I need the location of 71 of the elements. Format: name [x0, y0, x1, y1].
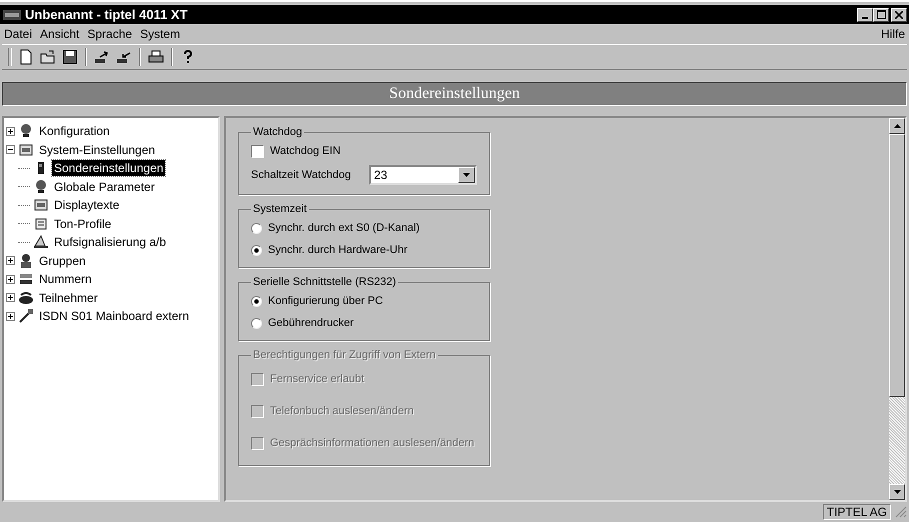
- checkbox[interactable]: [251, 144, 264, 158]
- checkbox-label: Fernservice erlaubt: [270, 373, 364, 385]
- maximize-button[interactable]: [873, 8, 889, 22]
- menu-item[interactable]: Sprache: [87, 27, 132, 41]
- expand-icon[interactable]: [6, 312, 15, 321]
- upload-icon[interactable]: [94, 49, 110, 65]
- checkbox-label: Watchdog EIN: [270, 145, 341, 157]
- maximize-icon: [876, 10, 886, 19]
- tree-item[interactable]: ISDN S01 Mainboard extern: [37, 308, 192, 324]
- person-icon: [18, 252, 34, 269]
- tree-item[interactable]: Nummern: [37, 271, 94, 288]
- radio-button[interactable]: [251, 244, 262, 256]
- group-title: Systemzeit: [252, 203, 308, 215]
- tree-item[interactable]: Rufsignalisierung a/b: [52, 234, 168, 250]
- checkbox-label: Gesprächsinformationen auslesen/ändern: [270, 437, 474, 449]
- radio-label: Konfigurierung über PC: [268, 295, 383, 307]
- menu-item[interactable]: Datei: [4, 27, 32, 41]
- expand-icon[interactable]: [6, 256, 15, 266]
- close-button[interactable]: [891, 8, 907, 22]
- page-header: Sondereinstellungen: [2, 82, 907, 106]
- scrollbar[interactable]: [889, 118, 905, 500]
- checkbox-label: Telefonbuch auslesen/ändern: [270, 405, 414, 417]
- radio-label: Synchr. durch Hardware-Uhr: [268, 244, 408, 256]
- save-icon[interactable]: [62, 49, 78, 65]
- tree-item[interactable]: Displaytexte: [52, 197, 122, 214]
- tree-item[interactable]: Konfiguration: [37, 123, 112, 140]
- radio-button[interactable]: [251, 318, 262, 328]
- app-icon: [3, 10, 21, 20]
- folder-icon[interactable]: [40, 49, 56, 65]
- tree-item[interactable]: Sondereinstellungen: [52, 160, 166, 176]
- tree-item[interactable]: Gruppen: [37, 252, 88, 269]
- radio-button[interactable]: [251, 296, 262, 306]
- radio-label: Synchr. durch ext S0 (D-Kanal): [268, 222, 420, 234]
- collapse-icon[interactable]: [6, 145, 15, 154]
- scroll-up-icon[interactable]: [894, 124, 900, 128]
- resize-grip-icon: [895, 506, 907, 518]
- menu-item[interactable]: Hilfe: [880, 27, 905, 41]
- close-icon: [895, 10, 903, 18]
- globe-icon: [33, 178, 49, 195]
- field-label: Schaltzeit Watchdog: [251, 169, 351, 181]
- status-text: TIPTEL AG: [822, 504, 891, 520]
- group-title: Watchdog: [252, 126, 304, 138]
- expand-icon[interactable]: [6, 126, 15, 136]
- group-title: Berechtigungen für Zugriff von Extern: [252, 349, 437, 361]
- scroll-thumb[interactable]: [889, 134, 905, 397]
- window-title: Unbenannt - tiptel 4011 XT: [25, 7, 188, 22]
- expand-icon[interactable]: [6, 274, 15, 284]
- group-title: Serielle Schnittstelle (RS232): [252, 276, 398, 288]
- menu-item[interactable]: System: [140, 27, 180, 41]
- tree-item[interactable]: Teilnehmer: [37, 290, 100, 306]
- menu-item[interactable]: Ansicht: [40, 27, 80, 41]
- monitor-icon: [33, 197, 49, 214]
- expand-icon[interactable]: [6, 293, 15, 302]
- telephone-icon: [18, 290, 34, 306]
- plug-icon: [18, 308, 34, 324]
- radio-button[interactable]: [251, 222, 262, 234]
- scroll-down-icon[interactable]: [894, 490, 900, 494]
- minimize-button[interactable]: [857, 8, 873, 22]
- print-icon[interactable]: [148, 49, 164, 65]
- globe-icon: [18, 123, 34, 140]
- card-icon: [33, 216, 49, 232]
- radio-label: Gebührendrucker: [268, 317, 354, 329]
- tree-item[interactable]: Ton-Profile: [52, 216, 114, 232]
- monitor-icon: [18, 142, 34, 158]
- minimize-icon: [862, 16, 868, 18]
- tree-item[interactable]: Globale Parameter: [52, 178, 157, 195]
- new-file-icon[interactable]: [18, 49, 34, 65]
- tree-item[interactable]: System-Einstellungen: [37, 142, 158, 158]
- caret-icon: [463, 173, 470, 177]
- bell-icon: [33, 234, 49, 250]
- dropdown-field[interactable]: 23: [369, 165, 477, 185]
